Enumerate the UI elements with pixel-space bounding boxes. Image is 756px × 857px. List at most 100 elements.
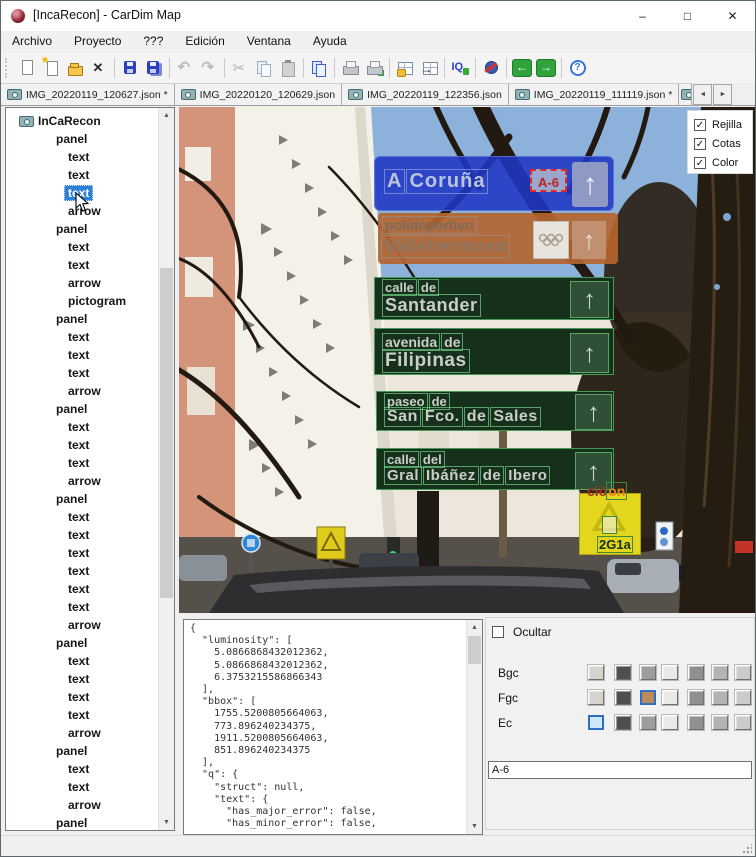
sign-text-line1[interactable]: callede: [383, 280, 441, 295]
tree-node-text[interactable]: text: [6, 238, 156, 256]
json-text[interactable]: { "luminosity": [ 5.0866868432012362, 5.…: [184, 620, 482, 833]
json-scroll-thumb[interactable]: [468, 636, 481, 664]
tree-node-text[interactable]: text: [6, 652, 156, 670]
tree-node-text[interactable]: text: [6, 670, 156, 688]
tree-node-panel[interactable]: panel: [6, 310, 156, 328]
tree-node-text[interactable]: text: [6, 346, 156, 364]
sign-calle-de-santander[interactable]: callede Santander ↑: [374, 277, 614, 320]
tree-node-text[interactable]: text: [6, 760, 156, 778]
swatch-bgc-1[interactable]: [588, 665, 604, 680]
swatch-ec-5[interactable]: [688, 715, 704, 730]
close-button[interactable]: ✕: [710, 1, 755, 31]
tree-scrollbar[interactable]: ▲ ▼: [158, 108, 174, 830]
menu-edicin[interactable]: Edición: [174, 31, 235, 53]
menu-archivo[interactable]: Archivo: [1, 31, 63, 53]
tree-node-text[interactable]: text: [6, 706, 156, 724]
help-button[interactable]: [565, 55, 589, 81]
sign-works-2g1a[interactable]: cióon 2G1a: [579, 485, 639, 553]
tree-node-panel[interactable]: panel: [6, 634, 156, 652]
swatch-fgc-7[interactable]: [735, 690, 751, 705]
tree-node-text[interactable]: text: [6, 778, 156, 796]
tree-node-text[interactable]: text: [6, 580, 156, 598]
swatch-ec-7[interactable]: [735, 715, 751, 730]
json-scrollbar[interactable]: ▲ ▼: [466, 620, 482, 834]
sign-text-line1[interactable]: polideportivo: [383, 217, 479, 233]
new-document-button[interactable]: [15, 55, 39, 81]
tab-img_20220119_111119-json[interactable]: IMG_20220119_111119.json *: [509, 83, 680, 105]
iq-analysis-button[interactable]: [448, 55, 472, 81]
copy-special-button[interactable]: [307, 55, 331, 81]
tab-img_20220120_120629-json[interactable]: IMG_20220120_120629.json: [175, 83, 342, 105]
tab-partial[interactable]: [679, 83, 692, 105]
tree-node-text[interactable]: text: [6, 598, 156, 616]
swatch-bgc-7[interactable]: [735, 665, 751, 680]
tree-node-text[interactable]: text: [6, 508, 156, 526]
tree-node-arrow[interactable]: arrow: [6, 472, 156, 490]
sign-text-line2[interactable]: SanFco.deSales: [385, 408, 543, 426]
tree-node-text[interactable]: text: [6, 436, 156, 454]
cut-button[interactable]: [228, 55, 252, 81]
menu-ayuda[interactable]: Ayuda: [302, 31, 358, 53]
swatch-fgc-4[interactable]: [662, 690, 678, 705]
tab-img_20220119_120627-json[interactable]: IMG_20220119_120627.json *: [1, 83, 175, 105]
checkbox-cotas[interactable]: ✓: [694, 138, 706, 150]
nav-back-button[interactable]: [510, 55, 534, 81]
swatch-ec-2[interactable]: [615, 715, 631, 730]
sign-avenida-de-filipinas[interactable]: avenidade Filipinas ↑: [374, 328, 614, 375]
tree-scroll-thumb[interactable]: [160, 268, 173, 598]
swatch-bgc-4[interactable]: [662, 665, 678, 680]
tree-node-panel[interactable]: panel: [6, 490, 156, 508]
menu-ventana[interactable]: Ventana: [236, 31, 302, 53]
minimize-button[interactable]: –: [620, 1, 665, 31]
tree-node-text[interactable]: text: [6, 544, 156, 562]
sign-text-coruna[interactable]: ACoruña: [385, 170, 490, 193]
swatch-bgc-3[interactable]: [640, 665, 656, 680]
tree-node-text[interactable]: text: [6, 328, 156, 346]
tree-node-text[interactable]: text: [6, 364, 156, 382]
tree-node-text[interactable]: text: [6, 166, 156, 184]
sign-text-line2[interactable]: Santander: [383, 295, 483, 316]
tree-node-text[interactable]: text: [6, 526, 156, 544]
swatch-ec-3[interactable]: [640, 715, 656, 730]
save-button[interactable]: [118, 55, 142, 81]
swatch-ec-6[interactable]: [712, 715, 728, 730]
resize-grip[interactable]: [742, 844, 752, 854]
save-all-button[interactable]: [142, 55, 166, 81]
sign-text-line1[interactable]: paseode: [385, 394, 452, 409]
text-value-input[interactable]: [488, 761, 752, 779]
tree-node-arrow[interactable]: arrow: [6, 382, 156, 400]
sign-badge-a6[interactable]: A-6: [530, 169, 567, 192]
swatch-fgc-1[interactable]: [588, 690, 604, 705]
swatch-ec-4[interactable]: [662, 715, 678, 730]
tab-scroll-right-button[interactable]: ►: [713, 84, 732, 105]
swatch-fgc-5[interactable]: [688, 690, 704, 705]
new-from-template-button[interactable]: [39, 55, 63, 81]
olympic-rings-pictogram[interactable]: [533, 221, 569, 259]
capture-tool-button[interactable]: [479, 55, 503, 81]
open-file-button[interactable]: [63, 55, 87, 81]
tree-node-panel[interactable]: panel: [6, 814, 156, 831]
checkbox-color[interactable]: ✓: [694, 157, 706, 169]
sign-a-coruna[interactable]: ACoruña A-6 ↑: [374, 156, 614, 211]
nav-forward-button[interactable]: [534, 55, 558, 81]
tree-node-text[interactable]: text: [6, 688, 156, 706]
tree-node-text[interactable]: text: [6, 256, 156, 274]
undo-button[interactable]: [173, 55, 197, 81]
tree-node-panel[interactable]: panel: [6, 400, 156, 418]
menu-[interactable]: ???: [132, 31, 174, 53]
tree-node-arrow[interactable]: arrow: [6, 616, 156, 634]
tree-node-pictogram[interactable]: pictogram: [6, 292, 156, 310]
export-table-button[interactable]: [393, 55, 417, 81]
sign-text-line2[interactable]: Vallehermoso: [382, 236, 512, 257]
sign-text-line1[interactable]: calledel: [385, 452, 447, 467]
scroll-down-icon[interactable]: ▼: [159, 815, 174, 830]
swatch-bgc-2[interactable]: [615, 665, 631, 680]
tree-node-text[interactable]: text: [6, 562, 156, 580]
sign-text-line2[interactable]: Filipinas: [383, 350, 472, 372]
sign-text-line2[interactable]: GralIbáñezdeIbero: [385, 467, 552, 484]
sign-text-line1[interactable]: avenidade: [383, 334, 465, 350]
tree-node-text[interactable]: text: [6, 454, 156, 472]
tree-node-arrow[interactable]: arrow: [6, 796, 156, 814]
swatch-fgc-3[interactable]: [640, 690, 656, 705]
swatch-fgc-2[interactable]: [615, 690, 631, 705]
